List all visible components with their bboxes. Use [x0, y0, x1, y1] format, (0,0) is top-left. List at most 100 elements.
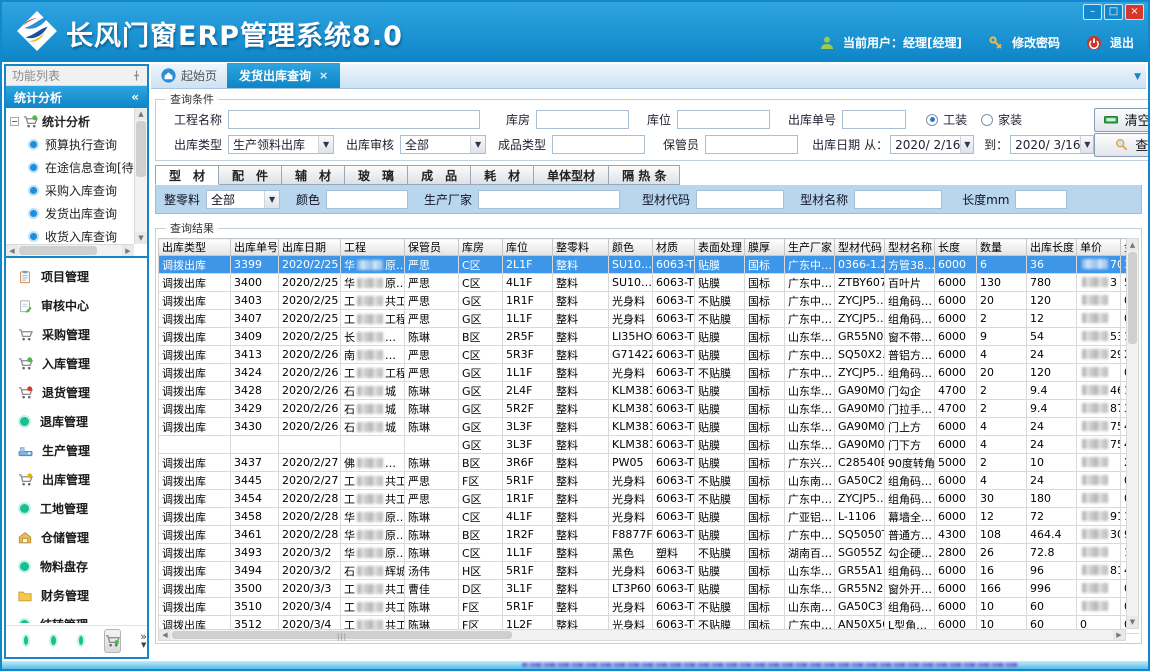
clear-conditions-button[interactable]: 清空条件 — [1094, 108, 1150, 132]
column-header[interactable]: 数量 — [977, 239, 1027, 256]
sidebar-item-采购管理[interactable]: 采购管理 — [6, 320, 147, 349]
sidebar-tree-item[interactable]: 收货入库查询 — [6, 225, 134, 244]
table-row[interactable]: 调拨出库34292020/2/26石城陈琳G区5R2F整料KLM38176063… — [159, 400, 1140, 418]
tree-root-node[interactable]: − 统计分析 — [6, 110, 134, 133]
tab-home[interactable]: 起始页 — [151, 63, 227, 88]
column-header[interactable]: 颜色 — [609, 239, 653, 256]
cart-toolbar-button[interactable] — [104, 629, 121, 653]
sidebar-item-出库管理[interactable]: 出库管理 — [6, 465, 147, 494]
product-type-input[interactable] — [552, 135, 645, 154]
sidebar-item-项目管理[interactable]: 项目管理 — [6, 262, 147, 291]
column-header[interactable]: 出库类型 — [159, 239, 231, 256]
column-header[interactable]: 表面处理 — [695, 239, 745, 256]
column-header[interactable]: 型材名称 — [885, 239, 935, 256]
sidebar-item-仓储管理[interactable]: 仓储管理 — [6, 523, 147, 552]
location-input[interactable] — [677, 110, 770, 129]
table-row[interactable]: 调拨出库34092020/2/25长…陈琳B区2R5F整料LI35HO6063-… — [159, 328, 1140, 346]
collapse-icon[interactable]: « — [131, 90, 139, 104]
material-tab-2[interactable]: 配 件 — [219, 165, 282, 185]
minimize-button[interactable]: – — [1083, 4, 1102, 20]
date-to-select[interactable]: 2020/ 3/16▼ — [1010, 135, 1094, 154]
search-button[interactable]: 查 询 — [1094, 133, 1150, 157]
table-row[interactable]: 调拨出库34452020/2/27工共工程严思F区5R1F整料光身料6063-T… — [159, 472, 1140, 490]
maximize-button[interactable]: □ — [1104, 4, 1123, 20]
column-header[interactable]: 型材代码 — [835, 239, 885, 256]
scrollbar-thumb[interactable] — [136, 121, 146, 177]
material-tab-4[interactable]: 玻 璃 — [345, 165, 408, 185]
sidebar-tree-item[interactable]: 发货出库查询 — [6, 202, 134, 225]
sidebar-item-工地管理[interactable]: 工地管理 — [6, 494, 147, 523]
table-row[interactable]: 调拨出库34612020/2/28华原…陈琳B区1R2F整料F8877FT606… — [159, 526, 1140, 544]
out-type-select[interactable]: 生产领料出库▼ — [228, 135, 334, 154]
sidebar-item-审核中心[interactable]: 审核中心 — [6, 291, 147, 320]
profile-name-input[interactable] — [854, 190, 942, 209]
column-header[interactable]: 工程 — [341, 239, 405, 256]
pin-icon[interactable] — [132, 70, 141, 81]
change-password-link[interactable]: 修改密码 — [1012, 34, 1060, 51]
table-row[interactable]: 调拨出库34372020/2/27佛…陈琳B区3R6F整料PW056063-T5… — [159, 454, 1140, 472]
material-tab-5[interactable]: 成 品 — [408, 165, 471, 185]
scroll-up-icon[interactable]: ▲ — [1127, 239, 1138, 251]
sidebar-item-财务管理[interactable]: 财务管理 — [6, 581, 147, 610]
scrollbar-thumb[interactable] — [19, 246, 97, 255]
table-horizontal-scrollbar[interactable]: ◀ ||| ▶ — [158, 629, 1126, 641]
radio-home[interactable] — [981, 114, 993, 126]
warehouse-input[interactable] — [536, 110, 629, 129]
keeper-input[interactable] — [705, 135, 798, 154]
column-header[interactable]: 出库长度 — [1027, 239, 1077, 256]
module-dot-icon[interactable] — [49, 634, 57, 647]
project-name-input[interactable] — [228, 110, 480, 129]
whole-part-select[interactable]: 全部▼ — [206, 190, 280, 209]
factory-input[interactable] — [478, 190, 620, 209]
scroll-down-icon[interactable]: ▼ — [1127, 616, 1138, 628]
tree-expander-icon[interactable]: − — [10, 117, 19, 126]
scroll-up-icon[interactable]: ▲ — [135, 108, 147, 120]
date-from-select[interactable]: 2020/ 2/16▼ — [890, 135, 974, 154]
table-row[interactable]: G区3L3F整料KLM38176063-T5贴膜国标山东华…GA90M09…门下… — [159, 436, 1140, 454]
module-dot-icon[interactable] — [77, 634, 85, 647]
logout-link[interactable]: 退出 — [1110, 34, 1134, 51]
tree-horizontal-scrollbar[interactable]: ◀ ▶ — [6, 244, 134, 256]
menu-overflow-button[interactable]: »▼ — [140, 633, 147, 649]
sidebar-tree-item[interactable]: 采购入库查询 — [6, 179, 134, 202]
color-input[interactable] — [326, 190, 408, 209]
module-dot-icon[interactable] — [22, 634, 30, 647]
table-row[interactable]: 调拨出库34582020/2/28华原…陈琳C区4L1F整料光身料6063-T5… — [159, 508, 1140, 526]
sidebar-item-结转管理[interactable]: 结转管理 — [6, 610, 147, 623]
column-header[interactable]: 长度 — [935, 239, 977, 256]
table-row[interactable]: 调拨出库34302020/2/26石城陈琳G区3L3F整料KLM38176063… — [159, 418, 1140, 436]
material-tab-6[interactable]: 耗 材 — [471, 165, 534, 185]
sidebar-tree-item[interactable]: 预算执行查询 — [6, 133, 134, 156]
scroll-left-icon[interactable]: ◀ — [159, 630, 171, 640]
table-row[interactable]: 调拨出库34072020/2/25工工程严思G区1L1F整料光身料6063-T5… — [159, 310, 1140, 328]
table-row[interactable]: 调拨出库34932020/3/2华原…陈琳C区1L1F整料黑色塑料不贴膜国标湖南… — [159, 544, 1140, 562]
material-tab-3[interactable]: 辅 材 — [282, 165, 345, 185]
table-row[interactable]: 调拨出库35102020/3/4工共工程陈琳F区5R1F整料光身料6063-T5… — [159, 598, 1140, 616]
table-row[interactable]: 调拨出库34282020/2/26石城陈琳G区2L4F整料KLM38176063… — [159, 382, 1140, 400]
column-header[interactable]: 库位 — [503, 239, 553, 256]
length-input[interactable] — [1015, 190, 1067, 209]
scroll-right-icon[interactable]: ▶ — [122, 245, 134, 257]
column-header[interactable]: 保管员 — [405, 239, 459, 256]
table-row[interactable]: 调拨出库34002020/2/25华原…严思C区4L1F整料SU10…6063-… — [159, 274, 1140, 292]
scroll-left-icon[interactable]: ◀ — [6, 245, 18, 257]
table-row[interactable]: 调拨出库35002020/3/3工共工程曹佳D区3L1F整料LT3P606063… — [159, 580, 1140, 598]
order-no-input[interactable] — [842, 110, 906, 129]
scrollbar-thumb[interactable] — [1128, 252, 1137, 344]
table-row[interactable]: 调拨出库34942020/3/2石辉城汤伟H区5R1F整料光身料6063-T5贴… — [159, 562, 1140, 580]
tab-list-caret-icon[interactable]: ▼ — [1134, 72, 1141, 82]
tab-active[interactable]: 发货出库查询 × — [227, 63, 340, 88]
column-header[interactable]: 出库日期 — [279, 239, 341, 256]
table-vertical-scrollbar[interactable]: ▲ ▼ — [1126, 238, 1139, 629]
table-row[interactable]: 调拨出库34542020/2/28工共工程严思G区1R1F整料光身料6063-T… — [159, 490, 1140, 508]
sidebar-section-header[interactable]: 统计分析 « — [6, 86, 147, 108]
column-header[interactable]: 出库单号 — [231, 239, 279, 256]
sidebar-item-生产管理[interactable]: 生产管理 — [6, 436, 147, 465]
scroll-right-icon[interactable]: ▶ — [1113, 630, 1125, 640]
sidebar-item-退货管理[interactable]: 退货管理 — [6, 378, 147, 407]
audit-select[interactable]: 全部▼ — [400, 135, 486, 154]
material-tab-8[interactable]: 隔 热 条 — [609, 165, 680, 185]
material-tab-7[interactable]: 单体型材 — [534, 165, 609, 185]
table-row[interactable]: 调拨出库34132020/2/26南…严思C区5R3F整料G714226063-… — [159, 346, 1140, 364]
scrollbar-thumb[interactable]: ||| — [172, 631, 512, 639]
